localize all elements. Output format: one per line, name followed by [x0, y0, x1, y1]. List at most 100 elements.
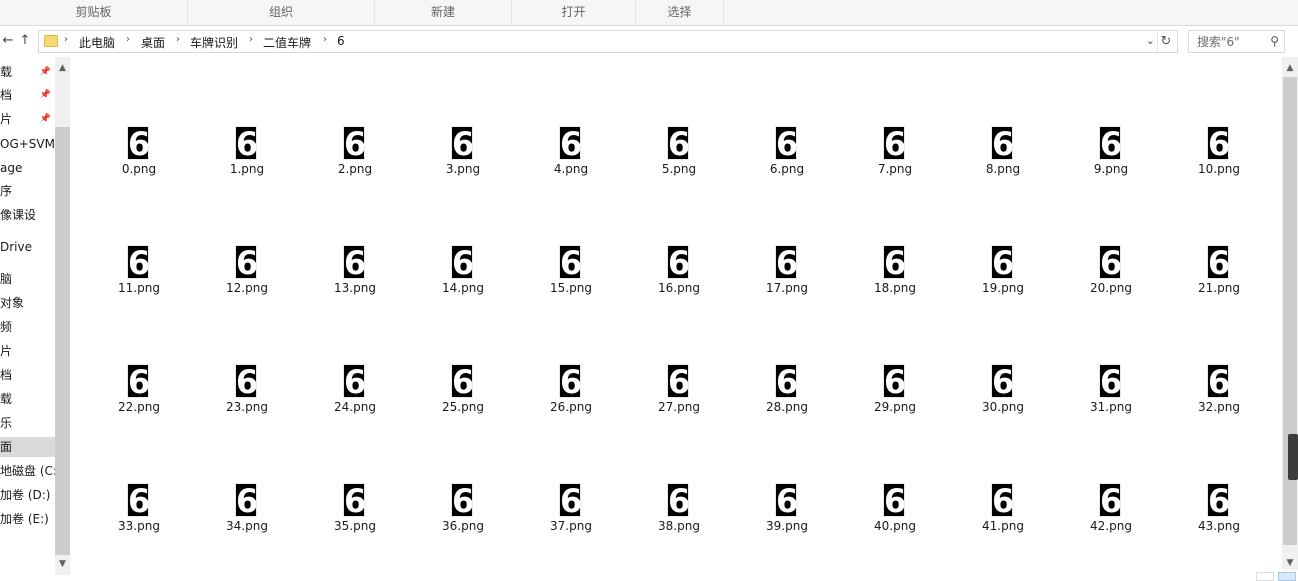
file-name[interactable]: 15.png	[526, 281, 616, 295]
file-item[interactable]: 6 35.png	[310, 469, 400, 549]
image-thumbnail[interactable]: 6	[343, 364, 365, 398]
image-thumbnail[interactable]: 6	[775, 364, 797, 398]
scroll-up-arrow-icon[interactable]: ▲	[1282, 61, 1298, 75]
image-thumbnail[interactable]: 6	[451, 126, 473, 160]
file-name[interactable]: 9.png	[1066, 162, 1156, 176]
large-icons-view-icon[interactable]	[1278, 572, 1296, 581]
file-name[interactable]: 21.png	[1174, 281, 1264, 295]
file-name[interactable]: 12.png	[202, 281, 292, 295]
image-thumbnail[interactable]: 6	[343, 483, 365, 517]
sidebar-item[interactable]: 档 📌	[0, 85, 55, 105]
image-thumbnail[interactable]: 6	[991, 245, 1013, 279]
image-thumbnail[interactable]: 6	[667, 245, 689, 279]
crumb-plate-recognition[interactable]: 车牌识别	[190, 34, 238, 51]
crumb-desktop[interactable]: 桌面	[141, 34, 165, 51]
file-item[interactable]: 6 6.png	[742, 112, 832, 192]
file-item[interactable]: 6 13.png	[310, 231, 400, 311]
file-name[interactable]: 40.png	[850, 519, 940, 533]
image-thumbnail[interactable]: 6	[1099, 364, 1121, 398]
file-name[interactable]: 20.png	[1066, 281, 1156, 295]
file-name[interactable]: 25.png	[418, 400, 508, 414]
sidebar-item[interactable]: OG+SVM数	[0, 134, 55, 154]
sidebar-item[interactable]: 脑	[0, 269, 55, 289]
file-name[interactable]: 36.png	[418, 519, 508, 533]
scroll-down-arrow-icon[interactable]: ▼	[55, 557, 70, 571]
file-name[interactable]: 16.png	[634, 281, 724, 295]
file-item[interactable]: 6 26.png	[526, 350, 616, 430]
file-item[interactable]: 6 39.png	[742, 469, 832, 549]
sidebar-item[interactable]: 档	[0, 365, 55, 385]
file-item[interactable]: 6 17.png	[742, 231, 832, 311]
file-item[interactable]: 6 3.png	[418, 112, 508, 192]
file-name[interactable]: 17.png	[742, 281, 832, 295]
image-thumbnail[interactable]: 6	[667, 483, 689, 517]
image-thumbnail[interactable]: 6	[343, 245, 365, 279]
file-name[interactable]: 10.png	[1174, 162, 1264, 176]
sidebar-item[interactable]: 片	[0, 341, 55, 361]
image-thumbnail[interactable]: 6	[1207, 483, 1229, 517]
crumb-separator[interactable]: ›	[176, 34, 180, 45]
search-input[interactable]	[1189, 31, 1265, 52]
image-thumbnail[interactable]: 6	[667, 364, 689, 398]
file-item[interactable]: 6 8.png	[958, 112, 1048, 192]
file-item[interactable]: 6 16.png	[634, 231, 724, 311]
file-name[interactable]: 43.png	[1174, 519, 1264, 533]
file-list-view[interactable]: 6 0.png 6 1.png 6 2.png 6 3.png 6 4.png 6 5.png 6 6.p…	[70, 57, 1282, 581]
image-thumbnail[interactable]: 6	[559, 126, 581, 160]
file-name[interactable]: 7.png	[850, 162, 940, 176]
crumb-folder-6[interactable]: 6	[337, 34, 345, 48]
pin-icon[interactable]: 📌	[40, 109, 51, 129]
file-name[interactable]: 41.png	[958, 519, 1048, 533]
sidebar-item[interactable]: Drive	[0, 237, 55, 257]
file-item[interactable]: 6 4.png	[526, 112, 616, 192]
image-thumbnail[interactable]: 6	[235, 483, 257, 517]
image-thumbnail[interactable]: 6	[235, 126, 257, 160]
file-name[interactable]: 28.png	[742, 400, 832, 414]
file-name[interactable]: 35.png	[310, 519, 400, 533]
file-name[interactable]: 5.png	[634, 162, 724, 176]
pin-icon[interactable]: 📌	[40, 85, 51, 105]
file-item[interactable]: 6 33.png	[94, 469, 184, 549]
file-name[interactable]: 39.png	[742, 519, 832, 533]
file-item[interactable]: 6 30.png	[958, 350, 1048, 430]
sidebar-item[interactable]: 载 📌	[0, 62, 55, 82]
image-thumbnail[interactable]: 6	[1207, 364, 1229, 398]
file-item[interactable]: 6 19.png	[958, 231, 1048, 311]
file-name[interactable]: 30.png	[958, 400, 1048, 414]
file-item[interactable]: 6 0.png	[94, 112, 184, 192]
file-item[interactable]: 6 43.png	[1174, 469, 1264, 549]
file-item[interactable]: 6 42.png	[1066, 469, 1156, 549]
sidebar-item[interactable]: 对象	[0, 293, 55, 313]
file-name[interactable]: 11.png	[94, 281, 184, 295]
file-item[interactable]: 6 32.png	[1174, 350, 1264, 430]
sidebar-item[interactable]: 面	[0, 437, 55, 457]
image-thumbnail[interactable]: 6	[451, 245, 473, 279]
image-thumbnail[interactable]: 6	[559, 245, 581, 279]
file-item[interactable]: 6 2.png	[310, 112, 400, 192]
file-item[interactable]: 6 9.png	[1066, 112, 1156, 192]
sidebar-item[interactable]: 像课设	[0, 205, 55, 225]
file-item[interactable]: 6 23.png	[202, 350, 292, 430]
file-item[interactable]: 6 40.png	[850, 469, 940, 549]
pin-icon[interactable]: 📌	[40, 62, 51, 82]
search-box[interactable]: ⚲	[1188, 30, 1285, 53]
navigation-pane[interactable]: 载📌档📌片📌OG+SVM数age序像课设Drive脑对象频片档载乐面地磁盘 (C…	[0, 57, 55, 581]
file-name[interactable]: 19.png	[958, 281, 1048, 295]
search-icon[interactable]: ⚲	[1270, 34, 1279, 48]
image-thumbnail[interactable]: 6	[883, 483, 905, 517]
sidebar-item[interactable]: 频	[0, 317, 55, 337]
crumb-binary-plates[interactable]: 二值车牌	[263, 34, 311, 51]
image-thumbnail[interactable]: 6	[991, 126, 1013, 160]
sidebar-item[interactable]: 加卷 (D:)	[0, 485, 55, 505]
image-thumbnail[interactable]: 6	[1099, 245, 1121, 279]
file-name[interactable]: 23.png	[202, 400, 292, 414]
up-button[interactable]: ↑	[17, 32, 33, 50]
image-thumbnail[interactable]: 6	[883, 245, 905, 279]
image-thumbnail[interactable]: 6	[127, 483, 149, 517]
file-name[interactable]: 1.png	[202, 162, 292, 176]
file-item[interactable]: 6 24.png	[310, 350, 400, 430]
file-item[interactable]: 6 41.png	[958, 469, 1048, 549]
file-item[interactable]: 6 14.png	[418, 231, 508, 311]
back-button[interactable]: ←	[0, 32, 16, 50]
sidebar-item[interactable]	[0, 533, 55, 553]
